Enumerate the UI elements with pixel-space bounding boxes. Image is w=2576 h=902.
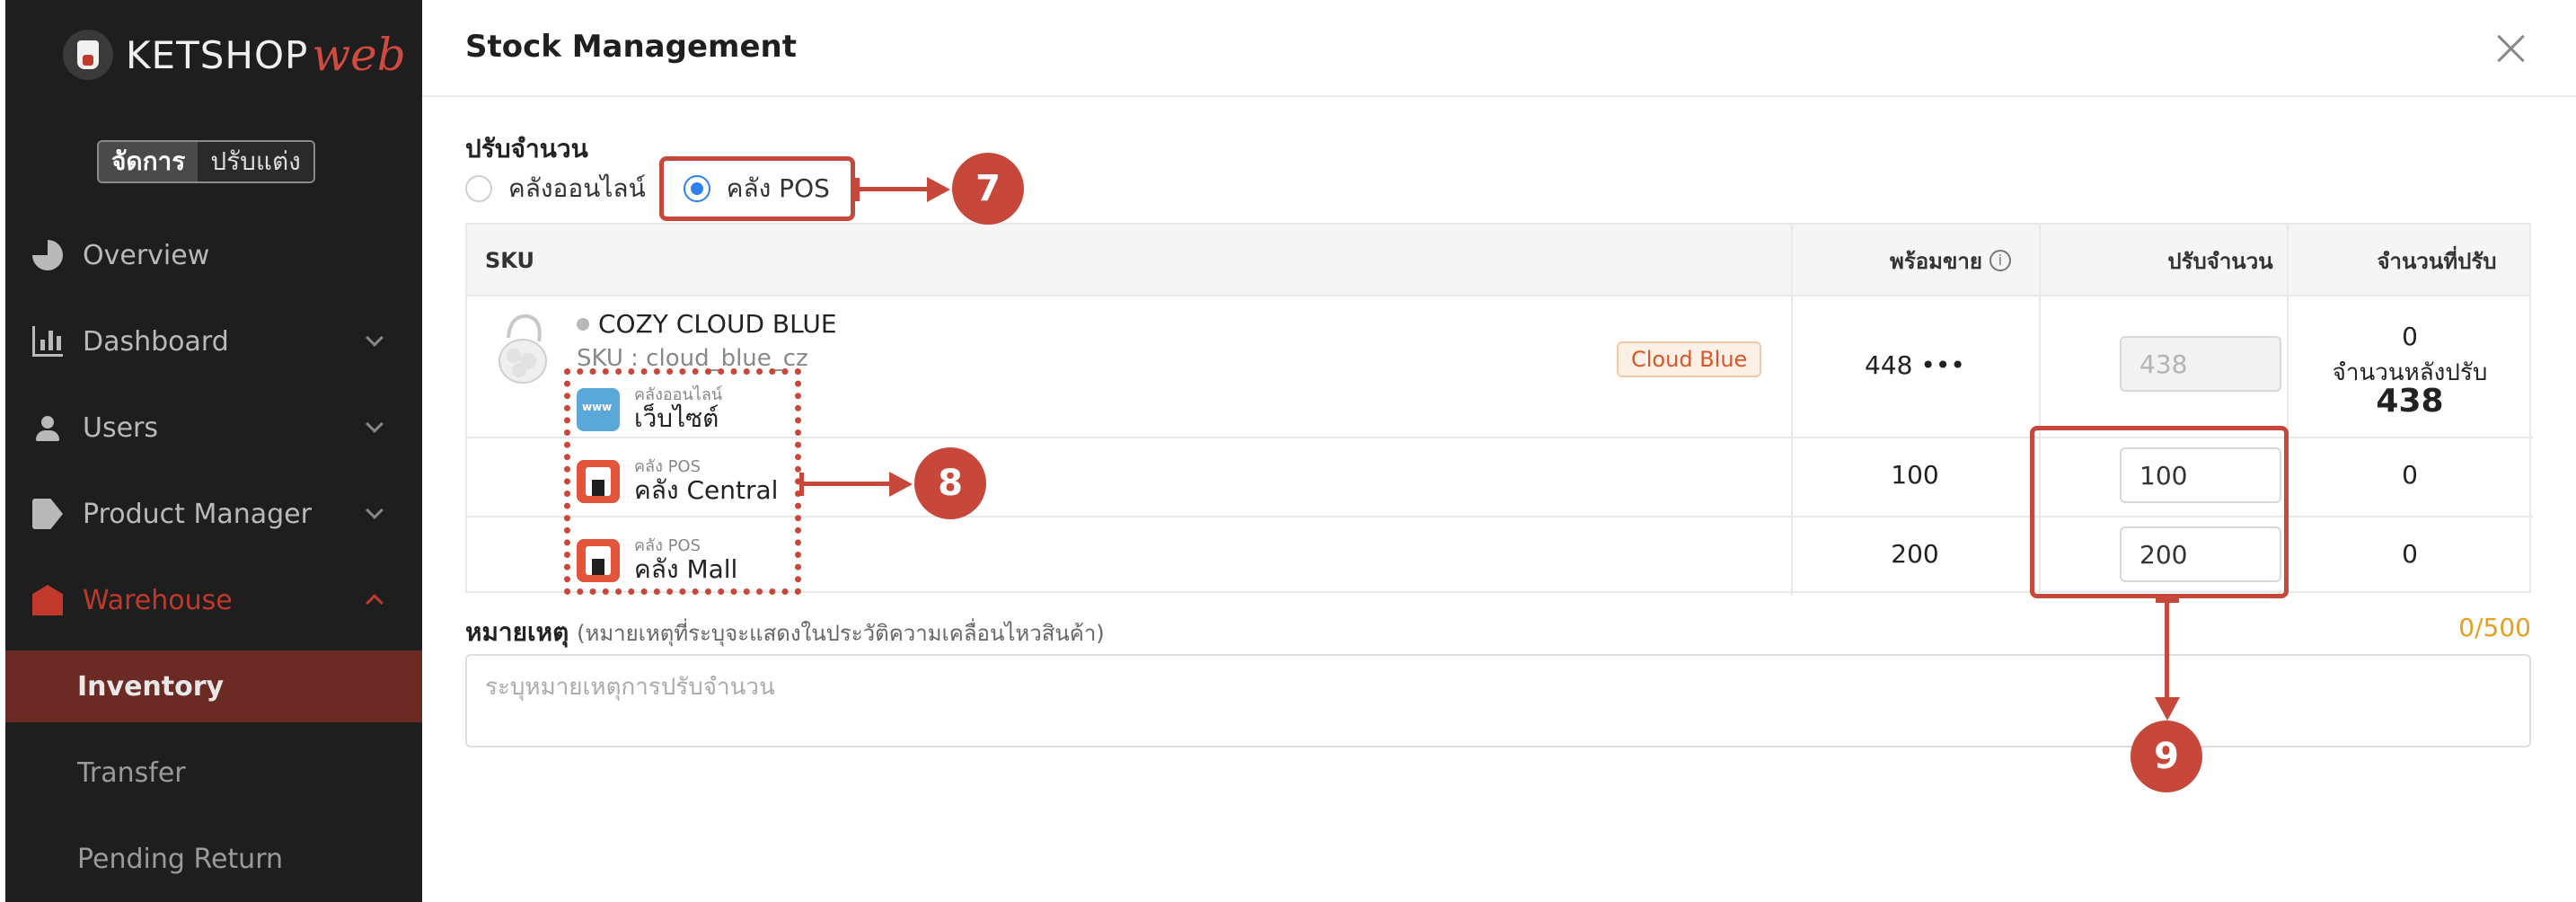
chevron-down-icon	[366, 501, 384, 519]
note-hint: (หมายเหตุที่ระบุจะแสดงในประวัติความเคลื่…	[577, 621, 1105, 646]
adjust-section-label: ปรับจำนวน	[465, 134, 588, 164]
annotation-step-9: 9	[2130, 721, 2202, 792]
chevron-down-icon	[366, 329, 384, 347]
annotation-step-7: 7	[952, 153, 1024, 225]
sidebar-item-warehouse[interactable]: Warehouse	[32, 573, 392, 627]
sidebar-item-label: Users	[83, 411, 159, 444]
product-name: COZY CLOUD BLUE	[577, 309, 837, 339]
brand-accent: web	[312, 29, 406, 81]
chevron-down-icon	[366, 415, 384, 433]
warehouse-icon	[32, 585, 63, 615]
column-header-adjusted: จำนวนที่ปรับ	[2377, 248, 2497, 274]
mode-manage-button[interactable]: จัดการ	[99, 142, 198, 181]
annotation-step-8: 8	[914, 447, 986, 519]
arrow-right-icon	[927, 177, 950, 202]
adjusted-qty: 0	[2402, 322, 2418, 351]
radio-label: คลังออนไลน์	[508, 173, 646, 203]
product-image	[498, 314, 547, 384]
sidebar-item-overview[interactable]: Overview	[32, 228, 392, 282]
annotation-connector	[855, 187, 929, 191]
annotation-highlight-stores	[564, 368, 801, 595]
sidebar-subitem-inventory[interactable]: Inventory	[5, 650, 422, 722]
product-name-text: COZY CLOUD BLUE	[598, 309, 837, 339]
info-icon[interactable]: i	[1989, 250, 2011, 271]
mode-toggle: จัดการ ปรับแต่ง	[97, 140, 315, 183]
adjusted-qty: 0	[2402, 539, 2418, 569]
annotation-connector	[2165, 598, 2169, 699]
radio-circle[interactable]	[465, 175, 492, 202]
sidebar-subitem-label: Transfer	[77, 756, 186, 789]
column-header-available: พร้อมขาย i	[1890, 225, 2011, 296]
brand-name: KETSHOP	[126, 32, 309, 77]
users-icon	[32, 412, 63, 443]
sidebar-item-dashboard[interactable]: Dashboard	[32, 314, 392, 368]
available-qty: 200	[1891, 539, 1939, 569]
bar-chart-icon	[32, 326, 63, 357]
logo-icon	[63, 30, 113, 80]
sidebar-subitem-label: Inventory	[77, 670, 225, 703]
status-dot-icon	[577, 317, 589, 331]
sidebar-subitem-transfer[interactable]: Transfer	[5, 737, 422, 809]
annotation-highlight-adjust-inputs	[2030, 426, 2289, 598]
mode-customize-button[interactable]: ปรับแต่ง	[198, 142, 313, 181]
sidebar-item-label: Dashboard	[83, 325, 229, 358]
column-header-adjust: ปรับจำนวน	[2167, 248, 2273, 274]
available-qty: 100	[1891, 460, 1939, 490]
note-char-counter: 0/500	[2458, 613, 2531, 642]
annotation-connector	[799, 482, 891, 486]
adjust-qty-input	[2120, 336, 2281, 392]
sidebar-item-users[interactable]: Users	[32, 401, 392, 455]
note-textarea[interactable]	[465, 654, 2531, 747]
sidebar-item-product-manager[interactable]: Product Manager	[32, 487, 392, 541]
app-frame: KETSHOP web จัดการ ปรับแต่ง Overview Das…	[0, 0, 2576, 902]
note-label: หมายเหตุ (หมายเหตุที่ระบุจะแสดงในประวัติ…	[465, 613, 1105, 652]
column-header-sku: SKU	[485, 248, 534, 273]
note-title: หมายเหตุ	[465, 617, 569, 647]
column-header-available-label: พร้อมขาย	[1890, 248, 1982, 274]
sidebar-item-label: Warehouse	[83, 584, 233, 616]
radio-online-warehouse[interactable]: คลังออนไลน์	[465, 169, 646, 208]
available-qty[interactable]: 448 •••	[1791, 350, 2039, 380]
after-adjust-value: 438	[2376, 383, 2444, 420]
header-divider	[422, 95, 2576, 97]
brand-logo[interactable]: KETSHOP web	[63, 27, 406, 83]
sidebar-item-label: Product Manager	[83, 498, 312, 530]
annotation-highlight-pos-radio	[659, 156, 855, 221]
sidebar: KETSHOP web จัดการ ปรับแต่ง Overview Das…	[0, 0, 422, 902]
sidebar-subitem-pending-return[interactable]: Pending Return	[5, 823, 422, 895]
arrow-right-icon	[889, 472, 913, 497]
sidebar-item-label: Overview	[83, 239, 210, 271]
variant-badge: Cloud Blue	[1617, 341, 1762, 377]
stock-management-modal: Stock Management ปรับจำนวน คลังออนไลน์ ค…	[422, 0, 2576, 902]
close-icon[interactable]	[2493, 31, 2529, 66]
modal-title: Stock Management	[465, 29, 797, 65]
arrow-down-icon	[2155, 697, 2180, 721]
adjusted-qty: 0	[2402, 460, 2418, 490]
sidebar-subitem-label: Pending Return	[77, 843, 284, 875]
chevron-up-icon	[366, 594, 384, 612]
tag-icon	[32, 499, 63, 529]
pie-chart-icon	[32, 240, 63, 270]
